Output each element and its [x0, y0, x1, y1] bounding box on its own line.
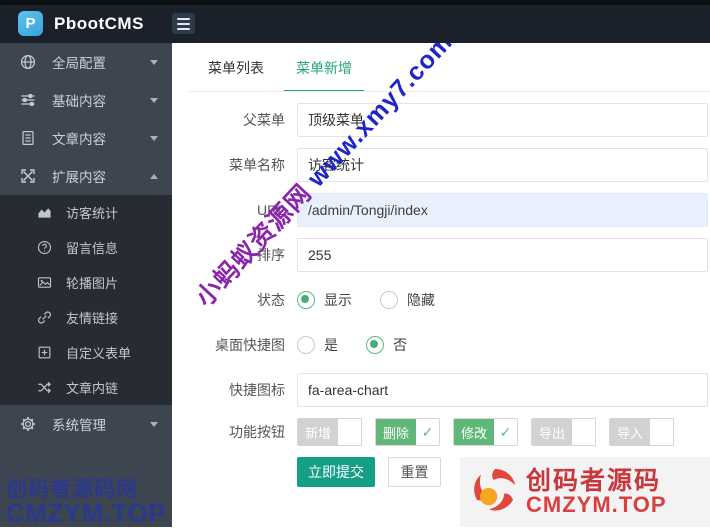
submit-button[interactable]: 立即提交 [297, 457, 375, 487]
collapse-menu-button[interactable] [172, 13, 195, 34]
chevron-up-icon [150, 173, 158, 179]
sidebar-subitem-visitor-stats[interactable]: 访客统计 [0, 195, 172, 230]
menu-add-form: 父菜单 顶级菜单 菜单名称 URL 排序 状态 显示 隐藏 桌面快捷图 [172, 92, 710, 487]
question-circle-icon [36, 240, 52, 256]
toggle-export[interactable]: 导出 [531, 418, 596, 446]
document-icon [19, 130, 36, 147]
pbootcms-logo-icon: P [18, 11, 43, 36]
check-icon [416, 419, 439, 445]
tab-bar: 菜单列表 菜单新增 [172, 43, 710, 92]
sidebar-subitem-carousel-images[interactable]: 轮播图片 [0, 265, 172, 300]
sidebar-watermark: 创码者源码网 CMZYM.TOP [6, 479, 166, 526]
image-icon [36, 275, 52, 291]
status-hide-radio[interactable] [380, 291, 398, 309]
sort-input[interactable] [297, 238, 708, 272]
tab-divider [188, 91, 710, 92]
parent-menu-select[interactable]: 顶级菜单 [297, 103, 708, 137]
plus-square-icon [36, 345, 52, 361]
sidebar-item-extended-content[interactable]: 扩展内容 [0, 157, 172, 195]
sidebar-item-system-management[interactable]: 系统管理 [0, 405, 172, 443]
field-label: 父菜单 [243, 112, 285, 128]
form-row-parent-menu: 父菜单 顶级菜单 [172, 103, 710, 137]
chevron-down-icon [150, 97, 158, 103]
field-label: 菜单名称 [229, 157, 285, 173]
shortcut-icon-input[interactable] [297, 373, 708, 407]
sidebar-item-article-content[interactable]: 文章内容 [0, 119, 172, 157]
menu-name-input[interactable] [297, 148, 708, 182]
toggle-modify[interactable]: 修改 [453, 418, 518, 446]
sidebar-subitem-label: 文章内链 [66, 381, 119, 396]
sidebar-subitem-custom-forms[interactable]: 自定义表单 [0, 335, 172, 370]
form-row-status: 状态 显示 隐藏 [172, 283, 710, 317]
field-label: 功能按钮 [229, 424, 285, 440]
toggle-delete[interactable]: 删除 [375, 418, 440, 446]
sidebar-item-label: 全局配置 [52, 56, 106, 71]
shortcut-yes-label[interactable]: 是 [324, 335, 338, 355]
watermark-text: 创码者源码网 [6, 478, 138, 501]
form-row-desktop-shortcut: 桌面快捷图 是 否 [172, 328, 710, 362]
sidebar-item-label: 扩展内容 [52, 170, 106, 185]
shortcut-no-label[interactable]: 否 [393, 335, 407, 355]
form-row-actions: 立即提交 重置 [172, 457, 710, 487]
arrows-icon [19, 168, 36, 185]
form-row-shortcut-icon: 快捷图标 [172, 373, 710, 407]
sidebar-subitem-label: 友情链接 [66, 311, 119, 326]
watermark-domain: CMZYM.TOP [6, 498, 167, 528]
form-row-function-buttons: 功能按钮 新增 删除 修改 导出 导入 [172, 418, 710, 446]
link-icon [36, 310, 52, 326]
chevron-down-icon [150, 59, 158, 65]
gear-icon [19, 416, 36, 433]
shortcut-no-radio[interactable] [366, 336, 384, 354]
tab-menu-add[interactable]: 菜单新增 [284, 43, 364, 92]
field-label: 排序 [257, 247, 285, 263]
globe-icon [19, 54, 36, 71]
app-title: PbootCMS [54, 13, 144, 33]
sidebar-item-global-config[interactable]: 全局配置 [0, 43, 172, 81]
shortcut-yes-radio[interactable] [297, 336, 315, 354]
sidebar-item-label: 文章内容 [52, 132, 106, 147]
sliders-icon [19, 92, 36, 109]
sidebar-subitem-label: 自定义表单 [66, 346, 132, 361]
top-header: P PbootCMS [0, 0, 710, 43]
form-row-sort: 排序 [172, 238, 710, 272]
hamburger-icon [177, 17, 190, 20]
form-row-url: URL [172, 193, 710, 227]
check-icon [572, 419, 595, 445]
field-label: 状态 [257, 292, 285, 308]
status-show-radio[interactable] [297, 291, 315, 309]
form-row-menu-name: 菜单名称 [172, 148, 710, 182]
sidebar-subitem-label: 留言信息 [66, 241, 119, 256]
main-content: 菜单列表 菜单新增 父菜单 顶级菜单 菜单名称 URL 排序 状态 显示 [172, 28, 710, 527]
sidebar-subitem-label: 轮播图片 [66, 276, 119, 291]
shuffle-icon [36, 380, 52, 396]
chevron-down-icon [150, 135, 158, 141]
status-show-label[interactable]: 显示 [324, 290, 352, 310]
extended-content-submenu: 访客统计 留言信息 轮播图片 友情链接 自定义表单 文章内链 [0, 195, 172, 405]
chevron-down-icon [150, 421, 158, 427]
check-icon [494, 419, 517, 445]
toggle-import[interactable]: 导入 [609, 418, 674, 446]
reset-button[interactable]: 重置 [388, 457, 441, 487]
field-label: URL [256, 202, 285, 218]
sidebar-subitem-label: 访客统计 [66, 206, 119, 221]
sidebar-item-label: 基础内容 [52, 94, 106, 109]
sidebar-nav: 全局配置 基础内容 文章内容 扩展内容 访客统计 留言信息 轮播图片 友情链接 … [0, 43, 172, 527]
sidebar-item-basic-content[interactable]: 基础内容 [0, 81, 172, 119]
area-chart-icon [36, 205, 52, 221]
sidebar-subitem-messages[interactable]: 留言信息 [0, 230, 172, 265]
check-icon [650, 419, 673, 445]
field-label: 快捷图标 [229, 382, 285, 398]
status-hide-label[interactable]: 隐藏 [407, 290, 435, 310]
toggle-add[interactable]: 新增 [297, 418, 362, 446]
url-input[interactable] [297, 193, 708, 227]
field-label: 桌面快捷图 [215, 337, 285, 353]
sidebar-subitem-friendly-links[interactable]: 友情链接 [0, 300, 172, 335]
sidebar-item-label: 系统管理 [52, 418, 106, 433]
tab-menu-list[interactable]: 菜单列表 [196, 43, 276, 92]
app-logo: P PbootCMS [18, 11, 144, 36]
sidebar-subitem-article-links[interactable]: 文章内链 [0, 370, 172, 405]
check-icon [338, 419, 361, 445]
